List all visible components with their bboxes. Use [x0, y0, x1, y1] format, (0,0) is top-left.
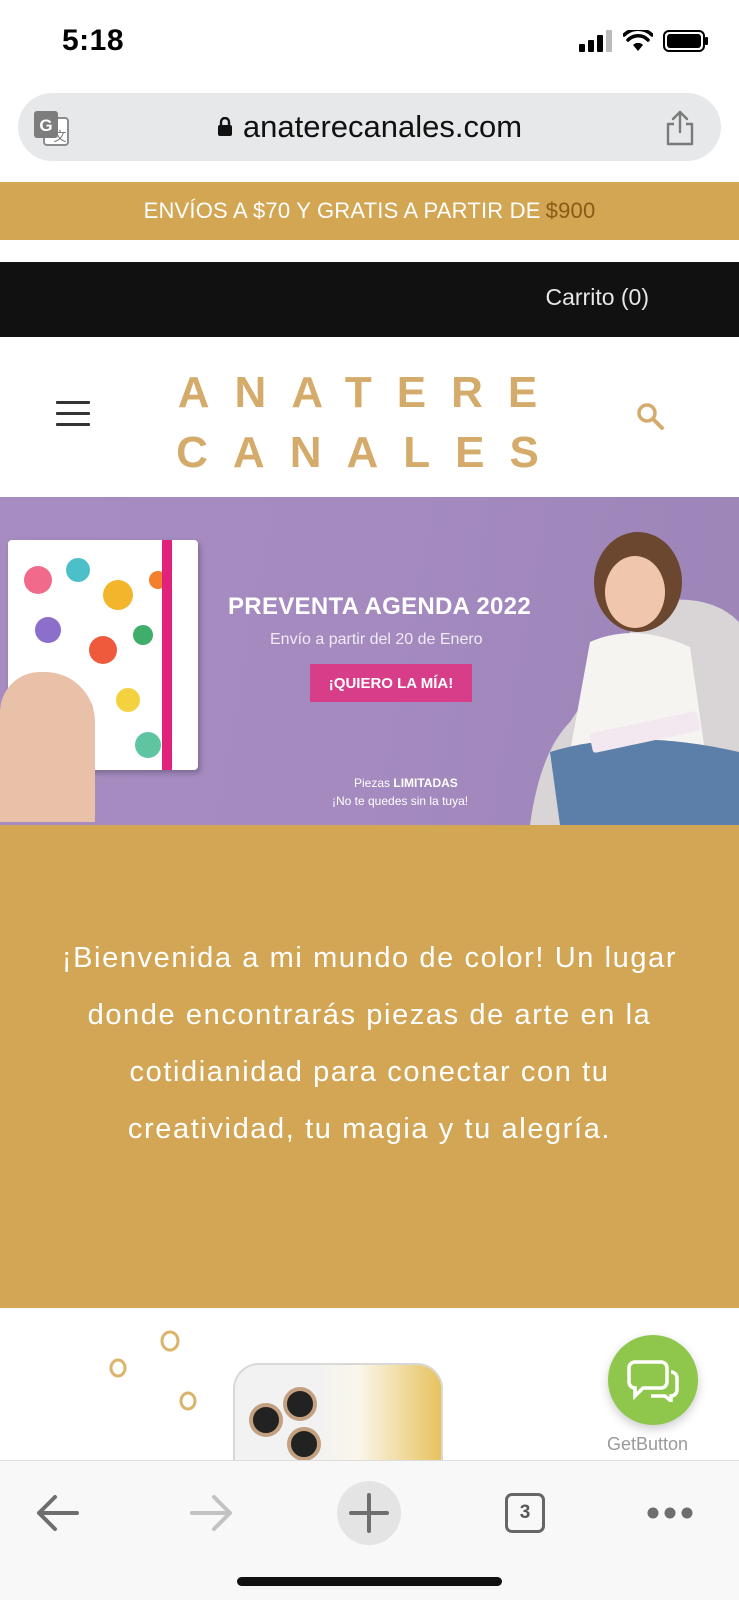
hero-note-limited: Piezas LIMITADAS — [354, 776, 458, 790]
status-bar: 5:18 — [0, 0, 739, 88]
hero-banner[interactable]: PREVENTA AGENDA 2022 Envío a partir del … — [0, 497, 739, 825]
plus-icon — [349, 1493, 389, 1533]
promo-text: ENVÍOS A $70 Y GRATIS A PARTIR DE — [143, 198, 541, 223]
status-time: 5:18 — [62, 24, 125, 57]
site-header: ANATERE CANALES — [0, 337, 739, 497]
url-text: anaterecanales.com — [242, 109, 523, 144]
phone-case-image — [233, 1363, 443, 1460]
getbutton-label: GetButton — [607, 1434, 689, 1454]
tabs-icon: 3 — [505, 1493, 545, 1533]
share-icon[interactable] — [663, 109, 697, 147]
chat-icon — [627, 1360, 679, 1402]
hero-note-bold: LIMITADAS — [393, 776, 458, 790]
promo-amount: $900 — [545, 198, 596, 223]
woman-photo — [530, 532, 739, 825]
search-icon[interactable] — [635, 401, 665, 431]
new-tab-button[interactable] — [337, 1481, 401, 1545]
tab-count: 3 — [519, 1502, 531, 1523]
battery-icon — [663, 30, 708, 52]
logo-line-2: CANALES — [176, 428, 564, 477]
decorative-rings-icon — [109, 1330, 197, 1411]
tabs-button[interactable]: 3 — [493, 1481, 557, 1545]
signal-icon — [579, 30, 612, 52]
more-icon — [647, 1507, 693, 1519]
hand-image — [0, 672, 95, 822]
site-logo[interactable]: ANATERE CANALES — [170, 363, 570, 483]
hero-note-prefix: Piezas — [354, 776, 391, 790]
address-bar[interactable]: G 文 anaterecanales.com — [18, 93, 721, 161]
menu-icon[interactable] — [56, 401, 92, 429]
logo-line-1: ANATERE — [177, 368, 563, 417]
chat-button[interactable] — [608, 1335, 698, 1425]
hero-title: PREVENTA AGENDA 2022 — [228, 593, 531, 620]
wifi-icon — [623, 30, 653, 51]
welcome-section: ¡Bienvenida a mi mundo de color! Un luga… — [0, 825, 739, 1308]
shipping-promo-banner: ENVÍOS A $70 Y GRATIS A PARTIR DE $900 — [0, 182, 739, 240]
hero-subtitle: Envío a partir del 20 de Enero — [270, 631, 483, 648]
hero-note-line2: ¡No te quedes sin la tuya! — [332, 794, 469, 808]
welcome-text: ¡Bienvenida a mi mundo de color! Un luga… — [61, 942, 678, 1145]
hero-cta-button[interactable]: ¡QUIERO LA MÍA! — [310, 664, 472, 702]
forward-icon — [190, 1495, 232, 1531]
more-button[interactable] — [638, 1481, 702, 1545]
home-indicator — [237, 1577, 502, 1586]
lock-icon — [217, 117, 232, 136]
forward-button[interactable] — [180, 1481, 244, 1545]
back-icon — [37, 1495, 79, 1531]
status-icons — [579, 30, 709, 52]
cart-link[interactable]: Carrito (0) — [545, 284, 649, 311]
url-display[interactable]: anaterecanales.com — [18, 93, 721, 161]
browser-toolbar: 3 — [0, 1460, 739, 1600]
back-button[interactable] — [25, 1481, 89, 1545]
cart-bar: Carrito (0) — [0, 262, 739, 337]
